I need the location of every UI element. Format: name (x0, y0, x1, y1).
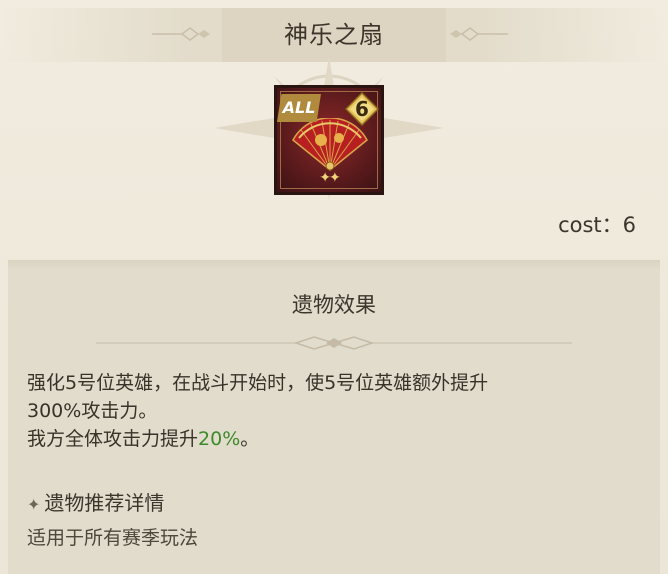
folding-fan-icon (292, 118, 368, 171)
effect-card-shadow (8, 260, 660, 270)
rarity-stars: ✦✦ (319, 170, 340, 186)
effect-line-2: 300%攻击力。 (27, 400, 158, 422)
effect-line-1: 强化5号位英雄，在战斗开始时，使5号位英雄额外提升 (27, 372, 489, 394)
scope-badge: ALL (277, 94, 321, 122)
level-number: 6 (355, 97, 369, 121)
effect-section-title: 遗物效果 (292, 293, 376, 317)
recommend-text: 适用于所有赛季玩法 (27, 527, 199, 549)
sparkle-star-icon: ✦ (27, 495, 41, 514)
cost-label: cost：6 (558, 213, 636, 237)
effect-line-3-prefix: 我方全体攻击力提升 (27, 428, 199, 450)
effect-highlight-value: 20% (198, 428, 241, 450)
relic-icon-frame[interactable]: ALL 6 ✦✦ (274, 85, 384, 195)
relic-name-title: 神乐之扇 (284, 21, 384, 49)
recommend-title: ✦ 遗物推荐详情 (27, 487, 164, 516)
section-divider-icon (96, 336, 572, 350)
effect-description: 强化5号位英雄，在战斗开始时，使5号位英雄额外提升 300%攻击力。 我方全体攻… (27, 369, 647, 453)
effect-line-3-suffix: 。 (240, 428, 260, 450)
recommend-title-text: 遗物推荐详情 (44, 491, 165, 515)
effect-line-3: 我方全体攻击力提升20%。 (27, 425, 647, 453)
relic-detail-panel: 神乐之扇 ALL 6 ✦✦ cost：6 遗物效果 强化5号位英雄，在战斗开始时… (0, 0, 668, 574)
